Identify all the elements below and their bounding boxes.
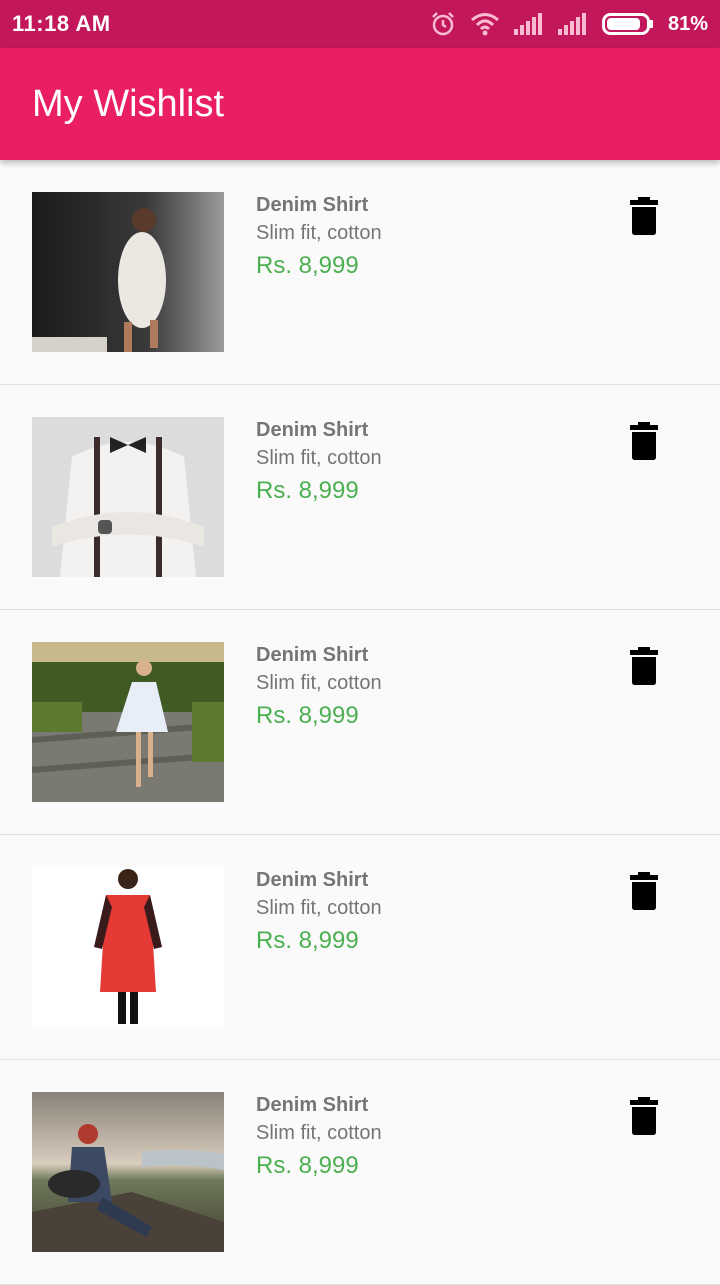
product-image [32,192,224,352]
product-name: Denim Shirt [256,869,369,891]
wishlist-item[interactable]: Denim Shirt Slim fit, cotton Rs. 8,999 [0,160,720,385]
wishlist-item[interactable]: Denim Shirt Slim fit, cotton Rs. 8,999 [0,610,720,835]
status-bar: 11:18 AM 81% [0,0,720,48]
product-image [32,417,224,577]
battery-icon [601,13,654,35]
signal-icon [557,13,588,35]
product-image [32,1092,224,1252]
product-name: Denim Shirt [256,1094,369,1116]
product-name: Denim Shirt [256,194,369,216]
delete-icon [630,647,658,685]
status-time: 11:18 AM [12,11,111,36]
status-icons: 81% [430,11,708,37]
signal-icon [513,13,544,35]
delete-button[interactable] [624,644,664,688]
page-title: My Wishlist [32,82,225,125]
delete-button[interactable] [624,194,664,238]
delete-icon [630,1097,658,1135]
product-image [32,642,224,802]
delete-icon [630,422,658,460]
wishlist-item[interactable]: Denim Shirt Slim fit, cotton Rs. 8,999 [0,835,720,1060]
product-price: Rs. 8,999 [256,252,359,279]
product-name: Denim Shirt [256,644,369,666]
delete-icon [630,872,658,910]
product-description: Slim fit, cotton [256,897,382,919]
delete-icon [630,197,658,235]
product-price: Rs. 8,999 [256,927,359,954]
product-name: Denim Shirt [256,419,369,441]
battery-percent: 81% [667,12,708,35]
product-description: Slim fit, cotton [256,672,382,694]
product-description: Slim fit, cotton [256,447,382,469]
alarm-icon [430,11,456,37]
product-description: Slim fit, cotton [256,222,382,244]
wishlist-item[interactable]: Denim Shirt Slim fit, cotton Rs. 8,999 [0,385,720,610]
wishlist-item[interactable]: Denim Shirt Slim fit, cotton Rs. 8,999 [0,1060,720,1285]
wishlist: Denim Shirt Slim fit, cotton Rs. 8,999 D… [0,160,720,1285]
app-bar: My Wishlist [0,48,720,160]
product-image [32,867,224,1027]
delete-button[interactable] [624,419,664,463]
delete-button[interactable] [624,1094,664,1138]
product-price: Rs. 8,999 [256,477,359,504]
product-price: Rs. 8,999 [256,702,359,729]
product-description: Slim fit, cotton [256,1122,382,1144]
wifi-icon [470,12,500,36]
delete-button[interactable] [624,869,664,913]
product-price: Rs. 8,999 [256,1152,359,1179]
